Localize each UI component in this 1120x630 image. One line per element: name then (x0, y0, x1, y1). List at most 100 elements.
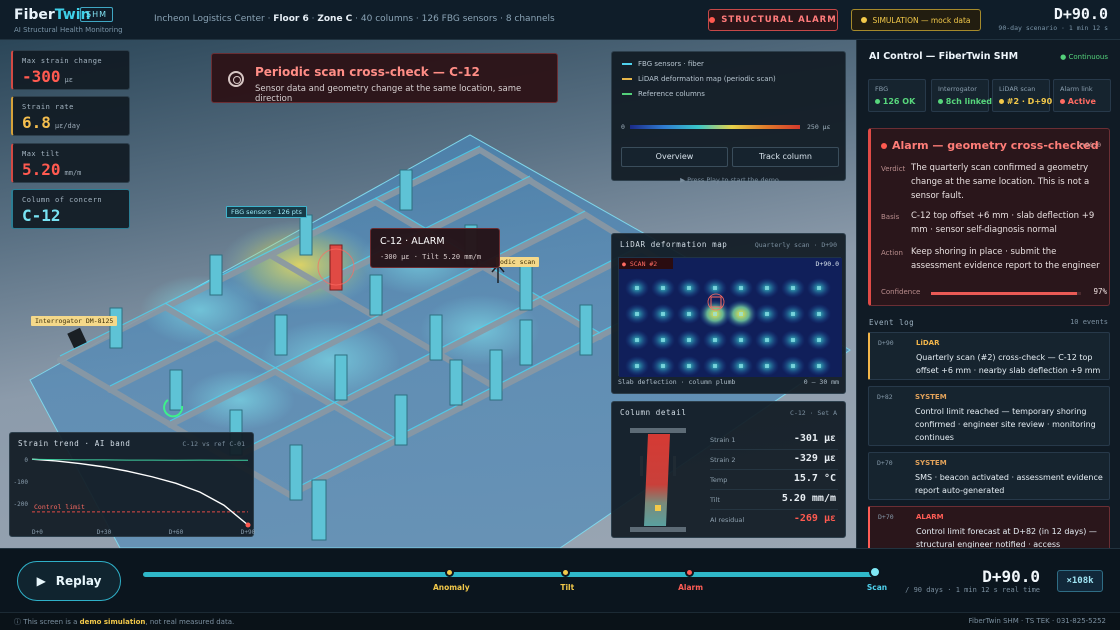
c12-alarm-callout[interactable]: C-12 · ALARM -300 με · Tilt 5.20 mm/m (370, 228, 500, 268)
target-icon (228, 71, 244, 87)
confidence-value: 97% (1093, 287, 1107, 296)
kpi-value-wrap: -300 με (22, 67, 73, 86)
event-day: D+70 (877, 459, 893, 467)
kpi-value-wrap: 6.8 με/day (22, 113, 80, 132)
stat-key: LiDAR scan (999, 85, 1036, 93)
confidence-bar (931, 292, 1081, 295)
event-text: Quarterly scan (#2) cross-check — C-12 t… (916, 353, 1101, 375)
lidar-column-point (635, 338, 639, 342)
stat-value: #2 · D+90 (1006, 97, 1053, 106)
lidar-column-point (765, 312, 769, 316)
scan-crosscheck-banner: Periodic scan cross-check — C-12 Sensor … (211, 53, 558, 104)
stat-value: 8ch linked (945, 97, 993, 106)
lidar-column-point (635, 312, 639, 316)
event-item[interactable]: D+90 LiDAR Quarterly scan (#2) cross-check… (868, 332, 1110, 380)
lidar-column-point (791, 338, 795, 342)
callout-sub: -300 με · Tilt 5.20 mm/m (380, 253, 482, 261)
detail-value: 15.7 °C (793, 473, 836, 484)
kpi-label: Strain rate (22, 103, 74, 111)
detail-value: -269 με (793, 513, 836, 524)
detail-key: Strain 2 (710, 456, 736, 464)
replay-button[interactable]: ▶ Replay (17, 561, 121, 601)
crumb-site[interactable]: Incheon Logistics Center (154, 14, 265, 24)
control-limit-label: Control limit (34, 503, 85, 511)
alarm-card[interactable]: Alarm — geometry cross-checked D+90.0 Ve… (868, 128, 1110, 306)
kpi-unit: με (64, 76, 73, 84)
scale-max: 250 με (807, 123, 831, 131)
lidar-foot-right: 0 – 30 mm (803, 378, 839, 386)
timeline-marker-label: Tilt (560, 583, 575, 592)
alarm-key: Verdict (881, 165, 906, 173)
lidar-column-point (739, 364, 743, 368)
alarm-basis: Basis C-12 top offset +6 mm · slab deflec… (881, 209, 1109, 239)
lidar-column-point (661, 286, 665, 290)
timeline-marker[interactable] (684, 568, 694, 577)
stat-value: 126 OK (882, 97, 916, 106)
legend-item-fbg: FBG sensors · fiber (622, 60, 704, 68)
lidar-map-panel: LiDAR deformation map Quarterly scan · D… (611, 233, 846, 394)
crumb-sensors: 126 FBG sensors (421, 14, 498, 24)
kpi-value-wrap: 5.20 mm/m (22, 160, 81, 179)
footer-text-a: This screen is a (23, 618, 80, 626)
legend-panel: FBG sensors · fiber LiDAR deformation ma… (611, 51, 846, 184)
kpi-max-strain: Max strain change -300 με (11, 50, 130, 90)
speed-button[interactable]: ×108k (1057, 570, 1103, 592)
replay-label: Replay (55, 574, 102, 588)
alarm-card-day: D+90.0 (1077, 141, 1101, 149)
crumb-floor[interactable]: Floor 6 (273, 14, 308, 24)
footer: ⓘ This screen is a demo simulation, not … (0, 612, 1120, 630)
timeline-marker[interactable] (869, 566, 881, 578)
brand-subtitle: AI Structural Health Monitoring (14, 26, 123, 34)
digital-twin-viewport[interactable]: FBG sensors · 126 pts Interrogator DM-81… (0, 40, 856, 548)
brand-name-a: Fiber (14, 7, 55, 23)
stat-key: Interrogator (938, 85, 977, 93)
ai-control-panel: AI Control — FiberTwin SHM ● Continuous … (856, 40, 1120, 548)
y-tick-label: 0 (24, 457, 28, 464)
strain-trend-chart: 0 -100 -200 D+0 D+30 D+60 D+90 Control limit (14, 457, 255, 536)
track-column-button[interactable]: Track column (732, 147, 839, 167)
lidar-heatmap-svg: ● SCAN #2 D+90.0 (619, 258, 842, 377)
timeline-track[interactable] (143, 572, 877, 577)
callout-title: C-12 · ALARM (380, 236, 445, 247)
event-text: Control limit reached — temporary shorin… (915, 407, 1096, 442)
brand-badge: SHM (80, 7, 113, 22)
series-line-C-12 (31, 458, 249, 526)
stat-value-wrap: #2 · D+90 (999, 97, 1052, 106)
kpi-value: C-12 (22, 206, 61, 225)
kpi-column-of-concern[interactable]: Column of concern C-12 (11, 189, 130, 229)
lidar-column-point (635, 364, 639, 368)
timeline-day-sub: / 90 days · 1 min 12 s real time (905, 586, 1040, 594)
structural-alarm-button[interactable]: STRUCTURAL ALARM (708, 9, 838, 31)
stat-value-wrap: Active (1060, 97, 1096, 106)
lidar-column-point (765, 364, 769, 368)
event-item[interactable]: D+70 ALARM Control limit forecast at D+82 … (868, 506, 1110, 548)
play-icon: ▶ (36, 574, 46, 588)
stat-lidar-scan: LiDAR scan #2 · D+90 (992, 79, 1052, 112)
lidar-column-point (791, 312, 795, 316)
column-c12-alarm[interactable] (329, 244, 343, 291)
day-counter-sub: 90-day scenario · 1 min 12 s (998, 24, 1108, 32)
event-item[interactable]: D+82 SYSTEM Control limit reached — tempor… (868, 386, 1110, 446)
confidence-fill (931, 292, 1077, 295)
alarm-action: Action Keep shoring in place · submit the… (881, 245, 1109, 275)
sim-dot-icon (861, 17, 868, 23)
x-tick-label: D+0 (32, 529, 43, 536)
banner-subtitle: Sensor data and geometry change at the s… (255, 84, 522, 104)
timeline-marker-label: Anomaly (432, 583, 470, 592)
interrogator-tag[interactable]: Interrogator DM-8125 (31, 316, 118, 326)
lidar-heatmap[interactable]: ● SCAN #2 D+90.0 (618, 257, 842, 377)
alarm-dot-icon (709, 17, 716, 23)
crumb-channels: 8 channels (505, 14, 555, 24)
overview-button[interactable]: Overview (621, 147, 728, 167)
status-dot-icon (938, 99, 943, 104)
periodic-scan-tag: odic scan (496, 257, 540, 267)
alarm-card-title: Alarm — geometry cross-checked (892, 139, 1099, 152)
info-icon: ⓘ (14, 618, 21, 626)
lidar-column-point (739, 312, 743, 316)
event-item[interactable]: D+70 SYSTEM SMS · beacon activated · asses… (868, 452, 1110, 500)
column-detail-panel: Column detail C-12 · Set A Strain 1 -301 … (611, 401, 846, 538)
event-day: D+82 (877, 393, 893, 401)
crumb-zone[interactable]: Zone C (317, 14, 352, 24)
lidar-column-point (713, 286, 717, 290)
kpi-value: 6.8 (22, 113, 51, 132)
